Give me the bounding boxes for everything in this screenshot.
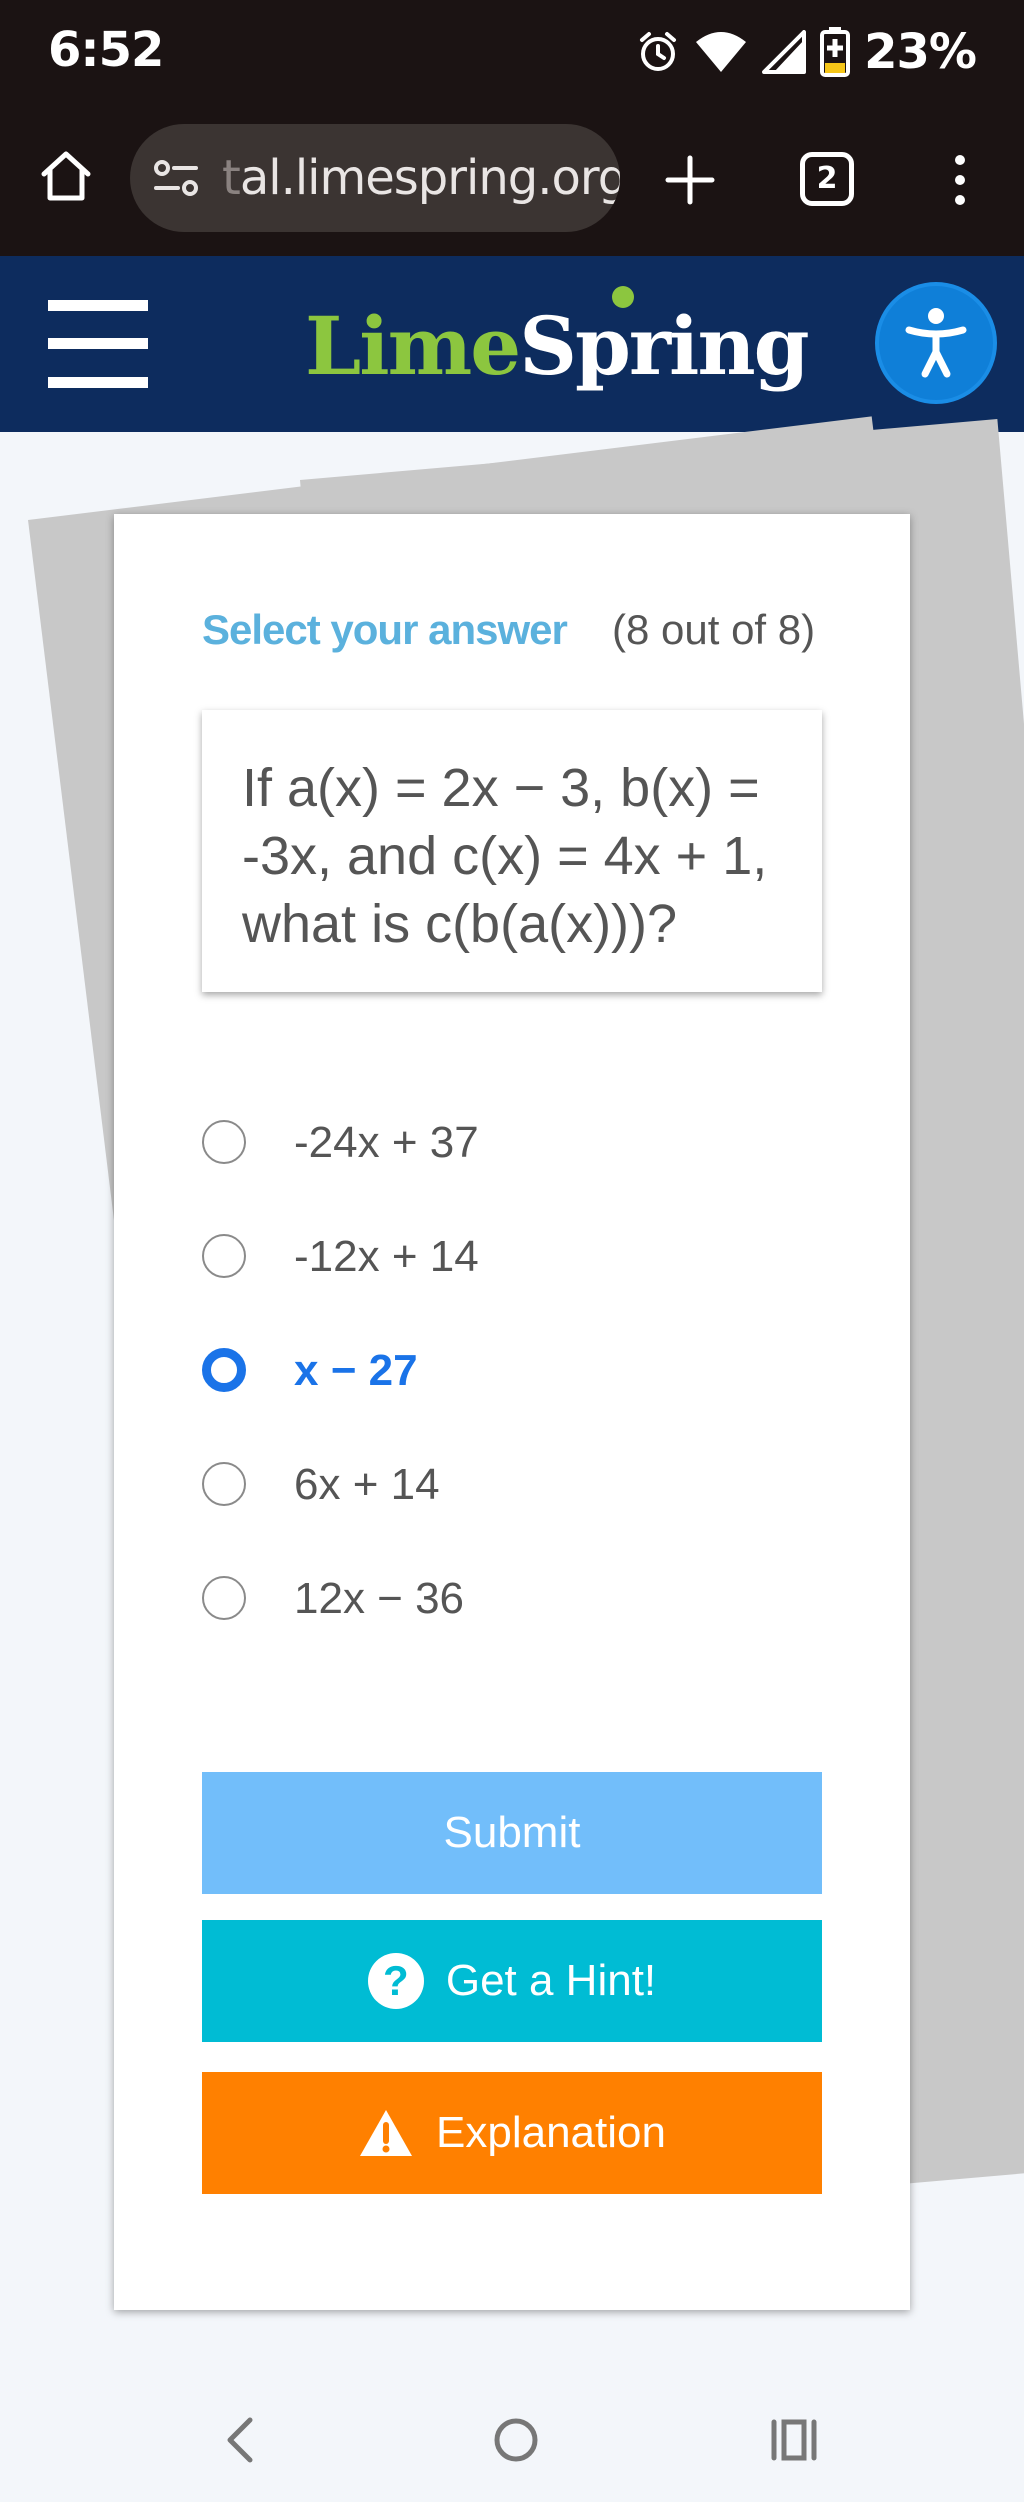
more-menu-icon[interactable] bbox=[940, 150, 980, 210]
answer-choice[interactable]: 12x − 36 bbox=[202, 1540, 822, 1654]
logo-spring: Spring bbox=[519, 299, 809, 393]
url-faded: t bbox=[222, 150, 241, 206]
answer-choice[interactable]: -24x + 37 bbox=[202, 1084, 822, 1198]
radio-button[interactable] bbox=[202, 1234, 246, 1278]
answer-choices: -24x + 37 -12x + 14 x − 27 6x + 14 12x −… bbox=[202, 1084, 822, 1654]
accessibility-button[interactable] bbox=[875, 282, 997, 404]
choice-label[interactable]: -12x + 14 bbox=[294, 1232, 479, 1282]
status-time: 6:52 bbox=[48, 22, 164, 78]
nav-home-icon[interactable] bbox=[486, 2410, 546, 2470]
hamburger-menu-icon[interactable] bbox=[48, 300, 148, 388]
answer-choice-selected[interactable]: x − 27 bbox=[202, 1312, 822, 1426]
wifi-icon bbox=[696, 32, 747, 72]
url-visible: al.limespring.org bbox=[239, 150, 620, 206]
choice-label[interactable]: 6x + 14 bbox=[294, 1460, 440, 1510]
choice-label[interactable]: -24x + 37 bbox=[294, 1118, 479, 1168]
submit-button[interactable]: Submit bbox=[202, 1772, 822, 1894]
status-bar: 6:52 23% bbox=[0, 0, 1024, 100]
radio-button[interactable] bbox=[202, 1120, 246, 1164]
limespring-logo[interactable]: LimeSpring bbox=[305, 296, 810, 396]
recent-apps-icon[interactable] bbox=[764, 2410, 824, 2470]
answer-choice[interactable]: 6x + 14 bbox=[202, 1426, 822, 1540]
alarm-icon bbox=[640, 32, 677, 71]
warning-icon bbox=[360, 2110, 413, 2156]
explanation-button[interactable]: Explanation bbox=[202, 2072, 822, 2194]
question-text: If a(x) = 2x − 3, b(x) = -3x, and c(x) =… bbox=[202, 710, 822, 992]
choice-label[interactable]: 12x − 36 bbox=[294, 1574, 464, 1624]
explanation-label: Explanation bbox=[436, 2108, 666, 2157]
radio-button[interactable] bbox=[202, 1462, 246, 1506]
hint-label: Get a Hint! bbox=[445, 1956, 657, 2005]
new-tab-icon[interactable] bbox=[660, 150, 720, 210]
battery-charging-icon bbox=[820, 27, 851, 77]
question-card: Select your answer (8 out of 8) If a(x) … bbox=[114, 514, 910, 2310]
back-icon[interactable] bbox=[210, 2410, 270, 2470]
choice-label[interactable]: x − 27 bbox=[294, 1346, 418, 1396]
logo-lime: Lime bbox=[305, 299, 521, 393]
question-progress: (8 out of 8) bbox=[612, 606, 816, 653]
site-header: LimeSpring bbox=[0, 256, 1024, 432]
signal-icon bbox=[762, 30, 807, 74]
battery-percent: 23% bbox=[864, 24, 977, 80]
accessibility-icon bbox=[905, 308, 967, 378]
android-nav-bar bbox=[0, 2380, 1024, 2502]
status-icons: 23% bbox=[636, 22, 977, 82]
submit-label: Submit bbox=[443, 1808, 581, 1857]
select-answer-label: Select your answer bbox=[202, 606, 568, 653]
browser-toolbar: tal.limespring.org 2 bbox=[0, 100, 1024, 256]
tab-switcher-button[interactable]: 2 bbox=[800, 152, 854, 206]
radio-button-checked[interactable] bbox=[202, 1348, 246, 1392]
address-bar[interactable]: tal.limespring.org bbox=[130, 124, 620, 232]
radio-button[interactable] bbox=[202, 1576, 246, 1620]
url-text[interactable]: tal.limespring.org bbox=[222, 150, 620, 206]
answer-choice[interactable]: -12x + 14 bbox=[202, 1198, 822, 1312]
question-circle-icon: ? bbox=[367, 1953, 424, 2009]
logo-play-dot bbox=[612, 286, 634, 308]
get-hint-button[interactable]: ? Get a Hint! bbox=[202, 1920, 822, 2042]
home-icon[interactable] bbox=[36, 146, 96, 206]
site-info-icon[interactable] bbox=[152, 156, 202, 200]
